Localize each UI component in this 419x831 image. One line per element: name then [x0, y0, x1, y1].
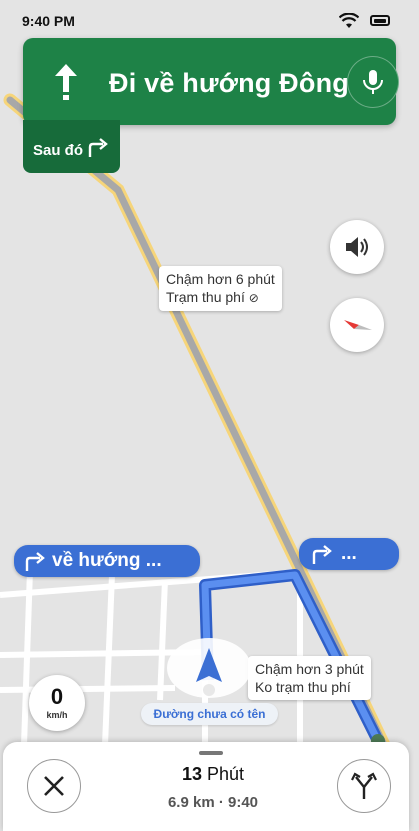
voice-search-button[interactable] [347, 56, 399, 108]
trip-summary-panel[interactable]: 13 Phút 6.9 km · 9:40 [3, 742, 409, 831]
straight-arrow-icon [55, 64, 77, 100]
callout-time-diff: Chậm hơn 3 phút [255, 661, 364, 677]
route-pill-left[interactable]: về hướng ... [14, 545, 200, 577]
callout-time-diff: Chậm hơn 6 phút [166, 271, 275, 287]
turn-right-icon [25, 552, 45, 571]
speed-value: 0 [50, 684, 64, 709]
wifi-icon [339, 13, 359, 28]
route-pill-right[interactable]: ... [299, 538, 399, 570]
callout-toll-info: Trạm thu phí ⊘ [166, 289, 259, 305]
turn-right-icon [312, 545, 332, 564]
sound-button[interactable] [330, 220, 384, 274]
callout-toll-info: Ko trạm thu phí [255, 679, 351, 695]
route-callout-no-toll[interactable]: Chậm hơn 3 phút Ko trạm thu phí [248, 656, 371, 700]
trip-minutes-unit: Phút [207, 764, 245, 784]
close-icon [44, 776, 64, 796]
status-bar: 9:40 PM [0, 0, 419, 40]
turn-right-icon [88, 138, 108, 157]
route-pill-label: ... [341, 543, 357, 564]
instruction-banner[interactable]: Đi về hướng Đông [23, 38, 399, 125]
then-label: Sau đó [33, 142, 84, 159]
battery-icon [370, 15, 390, 26]
instruction-direction: Đi về hướng Đông [109, 68, 349, 98]
alternate-routes-button[interactable] [337, 759, 391, 813]
microphone-icon [363, 70, 383, 94]
alt-route-callout-toll[interactable]: Chậm hơn 6 phút Trạm thu phí ⊘ [159, 266, 282, 311]
speaker-icon [346, 237, 368, 257]
trip-distance-arrival: 6.9 km · 9:40 [167, 794, 259, 811]
speed-unit: km/h [46, 710, 68, 720]
alternate-routes-icon [351, 772, 377, 799]
speedometer: 0 km/h [29, 675, 85, 731]
exit-navigation-button[interactable] [27, 759, 81, 813]
route-pill-label: về hướng ... [52, 550, 162, 571]
navigation-arrow-icon [167, 638, 251, 698]
compass-icon [344, 320, 372, 330]
status-time: 9:40 PM [22, 13, 75, 29]
trip-minutes: 13 [181, 764, 202, 784]
then-instruction[interactable]: Sau đó [23, 120, 120, 173]
compass-button[interactable] [330, 298, 384, 352]
toll-icon: ⊘ [248, 291, 259, 305]
current-road-label: Đường chưa có tên [141, 703, 278, 725]
drag-handle[interactable] [199, 751, 223, 755]
trip-duration: 13 Phút [113, 764, 313, 785]
